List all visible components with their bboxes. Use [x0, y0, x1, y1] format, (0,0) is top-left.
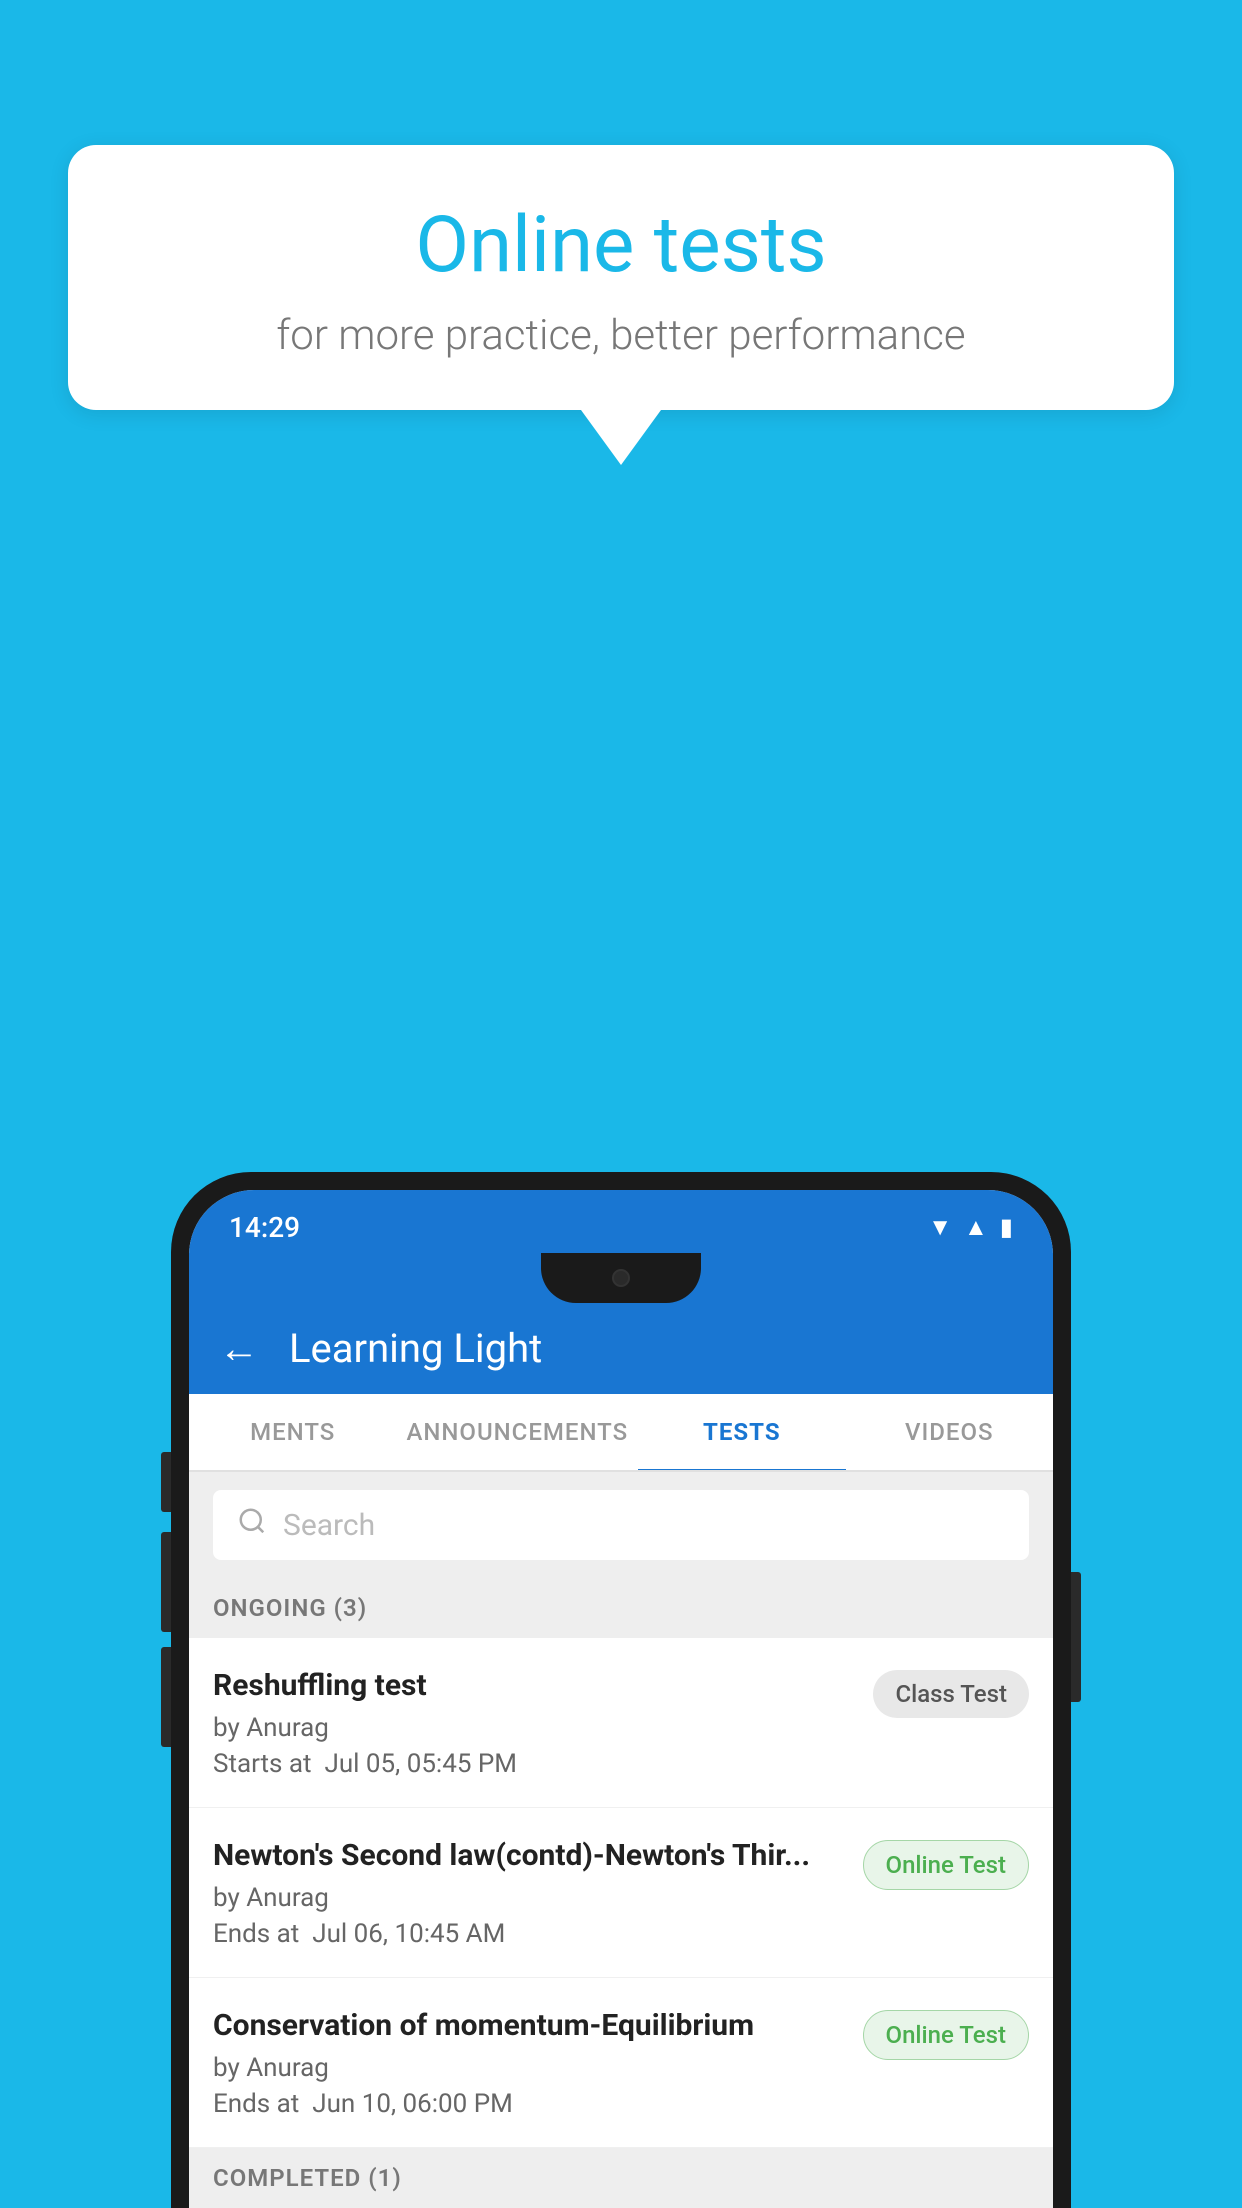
test-item-2[interactable]: Newton's Second law(contd)-Newton's Thir…	[189, 1808, 1053, 1978]
bubble-subtitle: for more practice, better performance	[128, 311, 1114, 360]
notch-area	[189, 1253, 1053, 1303]
test-time-3: Ends at Jun 10, 06:00 PM	[213, 2089, 843, 2119]
test-info-3: Conservation of momentum-Equilibrium by …	[213, 2006, 843, 2119]
test-item-3[interactable]: Conservation of momentum-Equilibrium by …	[189, 1978, 1053, 2148]
bubble-title: Online tests	[128, 200, 1114, 291]
test-badge-1: Class Test	[873, 1670, 1029, 1718]
side-button-power-right	[1071, 1572, 1081, 1702]
side-button-volume-down	[161, 1532, 171, 1632]
speech-bubble-container: Online tests for more practice, better p…	[68, 145, 1174, 465]
search-icon	[237, 1506, 267, 1544]
phone-wrapper: 14:29 ▼ ▲ ▮ ← Learning Light	[171, 1172, 1071, 2208]
test-author-3: by Anurag	[213, 2053, 843, 2083]
back-button[interactable]: ←	[219, 1325, 259, 1372]
test-time-2: Ends at Jul 06, 10:45 AM	[213, 1919, 843, 1949]
test-item-1[interactable]: Reshuffling test by Anurag Starts at Jul…	[189, 1638, 1053, 1808]
search-bar[interactable]: Search	[213, 1490, 1029, 1560]
tests-list: Reshuffling test by Anurag Starts at Jul…	[189, 1638, 1053, 2148]
test-name-1: Reshuffling test	[213, 1666, 853, 1705]
test-author-2: by Anurag	[213, 1883, 843, 1913]
completed-section-header: COMPLETED (1)	[189, 2148, 1053, 2208]
battery-icon: ▮	[1000, 1213, 1013, 1241]
status-bar: 14:29 ▼ ▲ ▮	[189, 1190, 1053, 1258]
app-bar-title: Learning Light	[289, 1325, 542, 1372]
app-bar: ← Learning Light	[189, 1303, 1053, 1394]
test-author-1: by Anurag	[213, 1713, 853, 1743]
tab-tests[interactable]: TESTS	[638, 1394, 845, 1470]
test-info-2: Newton's Second law(contd)-Newton's Thir…	[213, 1836, 843, 1949]
phone-outer: 14:29 ▼ ▲ ▮ ← Learning Light	[171, 1172, 1071, 2208]
search-container: Search	[189, 1472, 1053, 1578]
side-button-power-left	[161, 1647, 171, 1747]
tab-ments[interactable]: MENTS	[189, 1394, 396, 1470]
speech-bubble: Online tests for more practice, better p…	[68, 145, 1174, 410]
test-name-3: Conservation of momentum-Equilibrium	[213, 2006, 843, 2045]
status-icons: ▼ ▲ ▮	[928, 1213, 1013, 1242]
test-badge-2: Online Test	[863, 1840, 1029, 1890]
signal-icon: ▲	[964, 1213, 988, 1242]
notch	[541, 1253, 701, 1303]
status-time: 14:29	[229, 1211, 300, 1244]
test-info-1: Reshuffling test by Anurag Starts at Jul…	[213, 1666, 853, 1779]
phone-screen: 14:29 ▼ ▲ ▮ ← Learning Light	[189, 1190, 1053, 2208]
tabs-bar: MENTS ANNOUNCEMENTS TESTS VIDEOS	[189, 1394, 1053, 1472]
wifi-icon: ▼	[928, 1213, 952, 1242]
test-name-2: Newton's Second law(contd)-Newton's Thir…	[213, 1836, 843, 1875]
front-camera	[612, 1269, 630, 1287]
bubble-arrow	[581, 410, 661, 465]
tab-videos[interactable]: VIDEOS	[846, 1394, 1053, 1470]
test-badge-3: Online Test	[863, 2010, 1029, 2060]
side-button-volume-up	[161, 1452, 171, 1512]
ongoing-section-header: ONGOING (3)	[189, 1578, 1053, 1638]
test-time-1: Starts at Jul 05, 05:45 PM	[213, 1749, 853, 1779]
search-input[interactable]: Search	[283, 1508, 375, 1543]
tab-announcements[interactable]: ANNOUNCEMENTS	[396, 1394, 638, 1470]
